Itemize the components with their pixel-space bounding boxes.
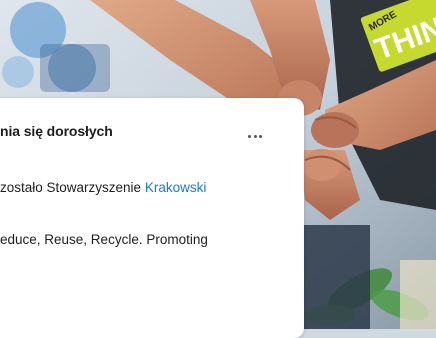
more-options-button[interactable] (240, 126, 270, 146)
post-text-line-2: educe, Reuse, Recycle. Promoting (0, 232, 208, 247)
post-text: zostało Stowarzyszenie (0, 180, 145, 195)
more-dot-icon (258, 134, 262, 138)
post-text-line-1: zostało Stowarzyszenie Krakowski (0, 180, 206, 195)
krakowski-link[interactable]: Krakowski (145, 180, 207, 195)
more-dot-icon (248, 134, 252, 138)
post-card: nia się dorosłych zostało Stowarzyszenie… (0, 98, 304, 338)
post-title: nia się dorosłych (0, 123, 113, 139)
more-dot-icon (253, 134, 257, 138)
